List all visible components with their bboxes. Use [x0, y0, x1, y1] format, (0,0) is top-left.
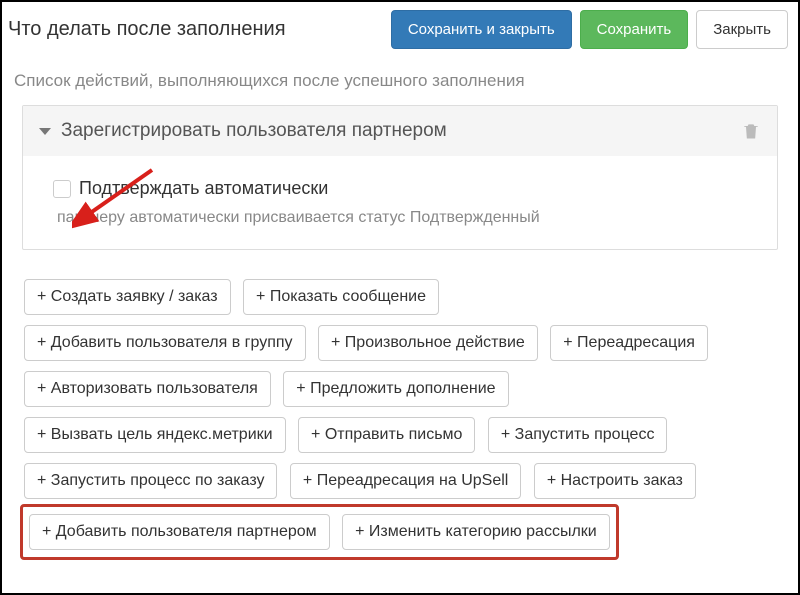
action-pill[interactable]: + Произвольное действие [318, 325, 538, 361]
action-pill[interactable]: + Запустить процесс [488, 417, 668, 453]
save-close-button[interactable]: Сохранить и закрыть [391, 10, 572, 49]
page-title: Что делать после заполнения [8, 18, 383, 41]
trash-icon[interactable] [741, 120, 761, 148]
actions-area: + Создать заявку / заказ + Показать сооб… [2, 270, 798, 564]
action-card: Зарегистрировать пользователя партнером … [22, 105, 778, 250]
action-pill[interactable]: + Изменить категорию рассылки [342, 514, 610, 550]
action-pill[interactable]: + Запустить процесс по заказу [24, 463, 277, 499]
confirm-auto-hint: партнеру автоматически присваивается ста… [57, 209, 753, 227]
chevron-down-icon [39, 128, 51, 135]
subtitle: Список действий, выполняющихся после усп… [2, 61, 798, 105]
action-pill[interactable]: + Авторизовать пользователя [24, 371, 271, 407]
action-pill-add-partner[interactable]: + Добавить пользователя партнером [29, 514, 330, 550]
confirm-auto-label: Подтверждать автоматически [79, 178, 328, 199]
highlighted-action-row: + Добавить пользователя партнером + Изме… [20, 504, 619, 560]
action-pill[interactable]: + Показать сообщение [243, 279, 439, 315]
action-pill[interactable]: + Переадресация на UpSell [290, 463, 521, 499]
action-pill[interactable]: + Переадресация [550, 325, 708, 361]
close-button[interactable]: Закрыть [696, 10, 788, 49]
action-card-header[interactable]: Зарегистрировать пользователя партнером [23, 106, 777, 156]
action-pill[interactable]: + Добавить пользователя в группу [24, 325, 306, 361]
action-pill[interactable]: + Настроить заказ [534, 463, 696, 499]
action-pill[interactable]: + Отправить письмо [298, 417, 475, 453]
action-pill[interactable]: + Создать заявку / заказ [24, 279, 231, 315]
confirm-auto-checkbox[interactable] [53, 180, 71, 198]
action-card-title: Зарегистрировать пользователя партнером [61, 120, 447, 142]
action-pill[interactable]: + Предложить дополнение [283, 371, 508, 407]
action-pill[interactable]: + Вызвать цель яндекс.метрики [24, 417, 286, 453]
save-button[interactable]: Сохранить [580, 10, 689, 49]
